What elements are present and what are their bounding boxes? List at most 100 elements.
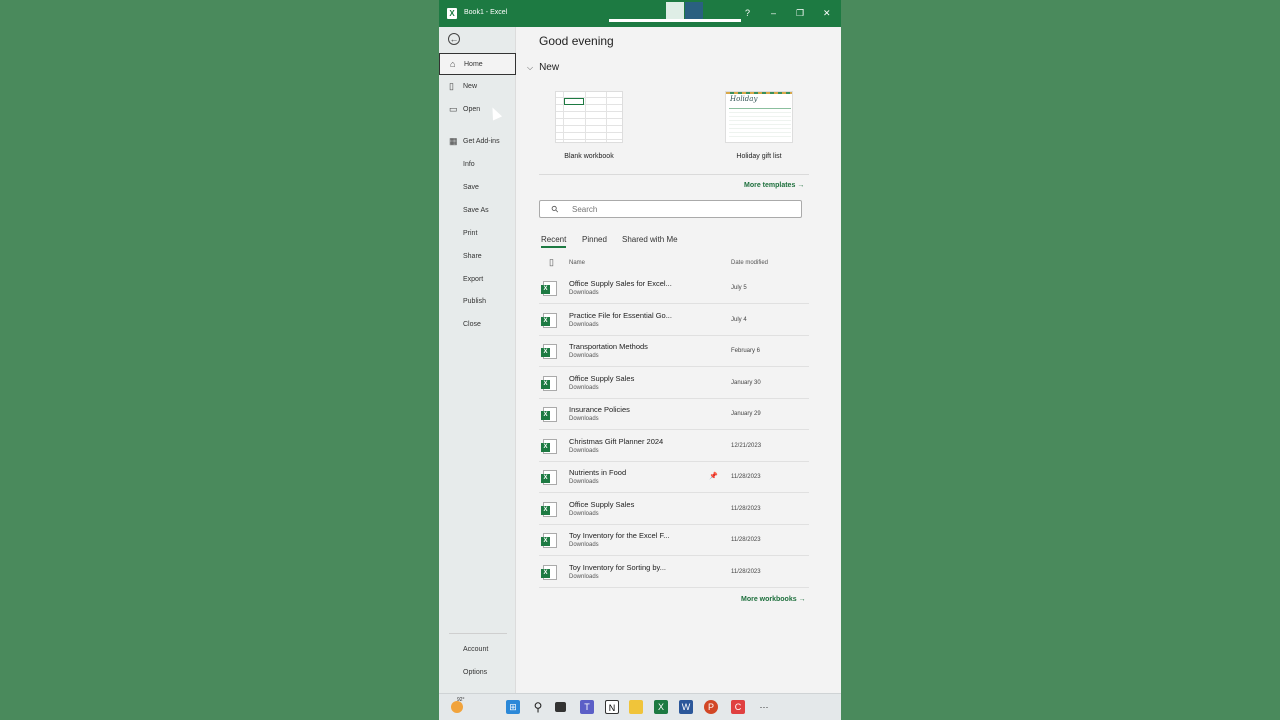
file-name: Office Supply Sales for Excel... xyxy=(569,279,672,288)
sidebar-item-label: Save xyxy=(463,184,479,191)
file-name: Nutrients in Food xyxy=(569,468,627,477)
new-doc-icon: ▯ xyxy=(449,81,454,91)
search-input[interactable] xyxy=(572,204,792,215)
screen-recorder-icon[interactable]: C xyxy=(731,700,745,714)
sidebar-item-share[interactable]: Share xyxy=(439,246,516,268)
template-caption: Holiday gift list xyxy=(736,153,782,160)
file-date: January 30 xyxy=(731,379,761,386)
excel-file-icon: X xyxy=(541,375,557,391)
restore-button[interactable]: ❐ xyxy=(796,8,804,19)
excel-file-icon: X xyxy=(541,501,557,517)
tab-pinned[interactable]: Pinned xyxy=(582,235,607,244)
sidebar-item-label: Info xyxy=(463,161,475,168)
excel-icon[interactable]: X xyxy=(654,700,668,714)
back-arrow-icon[interactable]: ← xyxy=(448,33,460,45)
sidebar-item-open[interactable]: ▭ Open xyxy=(439,99,516,121)
search-box[interactable]: ⚲ xyxy=(539,200,802,218)
excel-file-icon: X xyxy=(541,564,557,580)
file-date: 11/28/2023 xyxy=(731,505,761,512)
sidebar-item-label: Publish xyxy=(463,298,486,305)
sidebar-item-save[interactable]: Save xyxy=(439,177,516,199)
file-explorer-icon[interactable] xyxy=(629,700,643,714)
holiday-thumb-title: Holiday xyxy=(730,95,758,103)
sidebar-item-label: Close xyxy=(463,321,481,328)
new-section-label: New xyxy=(539,62,560,73)
sidebar-item-account[interactable]: Account xyxy=(439,639,516,661)
overlay-thumbnail xyxy=(685,2,703,20)
file-row[interactable]: X Office Supply Sales Downloads 11/28/2023 xyxy=(539,494,809,525)
sidebar-divider xyxy=(449,633,507,634)
sidebar-item-label: Account xyxy=(463,646,489,653)
more-templates-label: More templates xyxy=(744,182,796,189)
search-icon[interactable]: ⚲ xyxy=(531,700,545,714)
word-icon[interactable]: W xyxy=(679,700,693,714)
sidebar-item-print[interactable]: Print xyxy=(439,223,516,245)
sidebar-item-get-add-ins[interactable]: ▦ Get Add-ins xyxy=(439,131,516,153)
file-row[interactable]: X Practice File for Essential Go... Downlo… xyxy=(539,305,809,336)
template-blank-workbook[interactable]: Blank workbook xyxy=(555,91,623,161)
column-name[interactable]: Name xyxy=(569,260,585,266)
minimize-button[interactable]: – xyxy=(771,8,776,18)
sidebar-item-new[interactable]: ▯ New xyxy=(439,76,516,98)
file-row[interactable]: X Transportation Methods Downloads February… xyxy=(539,336,809,367)
file-row[interactable]: X Office Supply Sales Downloads January 30 xyxy=(539,368,809,399)
sidebar-item-save-as[interactable]: Save As xyxy=(439,200,516,222)
column-date-modified[interactable]: Date modified xyxy=(731,260,768,266)
task-view-icon[interactable] xyxy=(555,702,566,712)
more-workbooks-label: More workbooks xyxy=(741,596,797,603)
tab-shared-with-me[interactable]: Shared with Me xyxy=(622,235,678,244)
file-location: Downloads xyxy=(569,447,599,454)
file-date: January 29 xyxy=(731,411,761,417)
more-workbooks-link[interactable]: More workbooks → xyxy=(741,596,806,603)
more-templates-link[interactable]: More templates → xyxy=(744,182,804,189)
notion-icon[interactable]: N xyxy=(605,700,619,714)
new-section-header[interactable]: ⌵ New xyxy=(527,62,559,73)
sidebar-item-label: Save As xyxy=(463,207,489,214)
file-row[interactable]: X Insurance Policies Downloads January 29 xyxy=(539,399,809,430)
file-name: Insurance Policies xyxy=(569,405,630,414)
greeting: Good evening xyxy=(539,34,614,48)
sidebar-item-label: Options xyxy=(463,669,488,676)
backstage-main: Good evening ⌵ New Blank workbook Holida… xyxy=(517,27,841,693)
sidebar-item-options[interactable]: Options xyxy=(439,662,516,684)
file-row[interactable]: X Christmas Gift Planner 2024 Downloads 12/… xyxy=(539,431,809,462)
backstage-sidebar: ← ⌂ Home ▯ New ▭ Open ▦ Get Add-ins Info… xyxy=(439,27,516,693)
file-row[interactable]: X Office Supply Sales for Excel... Downloa… xyxy=(539,273,809,304)
close-window-button[interactable]: ✕ xyxy=(823,8,831,19)
chevron-down-icon: ⌵ xyxy=(527,63,534,72)
file-location: Downloads xyxy=(569,321,599,328)
template-caption: Blank workbook xyxy=(564,153,614,160)
file-row[interactable]: X Toy Inventory for the Excel F... Downloa… xyxy=(539,525,809,556)
excel-file-icon: X xyxy=(541,344,557,359)
sidebar-item-info[interactable]: Info xyxy=(439,154,516,176)
file-location: Downloads xyxy=(569,510,599,517)
grid-icon: ▦ xyxy=(449,136,458,146)
sidebar-item-label: Home xyxy=(464,61,483,68)
file-name: Christmas Gift Planner 2024 xyxy=(569,436,664,446)
more-icon[interactable]: ··· xyxy=(757,700,771,714)
sidebar-item-publish[interactable]: Publish xyxy=(439,291,516,313)
file-name: Toy Inventory for the Excel F... xyxy=(569,531,670,540)
file-name: Practice File for Essential Go... xyxy=(569,310,672,320)
file-row[interactable]: X Toy Inventory for Sorting by... Download… xyxy=(539,557,809,588)
sidebar-item-label: Get Add-ins xyxy=(463,138,500,145)
file-location: Downloads xyxy=(569,353,599,359)
sidebar-item-export[interactable]: Export xyxy=(439,269,516,291)
arrow-right-icon: → xyxy=(798,596,806,603)
excel-file-icon: X xyxy=(541,312,557,328)
template-holiday-gift-list[interactable]: Holiday Holiday gift list xyxy=(725,91,793,161)
sidebar-item-close[interactable]: Close xyxy=(439,314,516,336)
sidebar-item-label: New xyxy=(463,83,478,90)
pin-icon[interactable]: 📌 xyxy=(709,472,718,480)
windows-start-icon[interactable]: ⊞ xyxy=(506,700,520,714)
teams-icon[interactable]: T xyxy=(580,700,594,714)
sidebar-item-home[interactable]: ⌂ Home xyxy=(439,53,516,75)
help-button[interactable]: ? xyxy=(745,8,750,18)
weather-temperature: 92° xyxy=(457,697,465,703)
excel-file-icon: X xyxy=(541,438,557,454)
file-row[interactable]: X Nutrients in Food Downloads 📌 11/28/2023 xyxy=(539,462,809,493)
file-location: Downloads xyxy=(569,542,599,548)
powerpoint-icon[interactable]: P xyxy=(704,700,718,714)
tab-recent[interactable]: Recent xyxy=(541,235,567,248)
file-list-header: ▯ Name Date modified xyxy=(539,257,809,271)
